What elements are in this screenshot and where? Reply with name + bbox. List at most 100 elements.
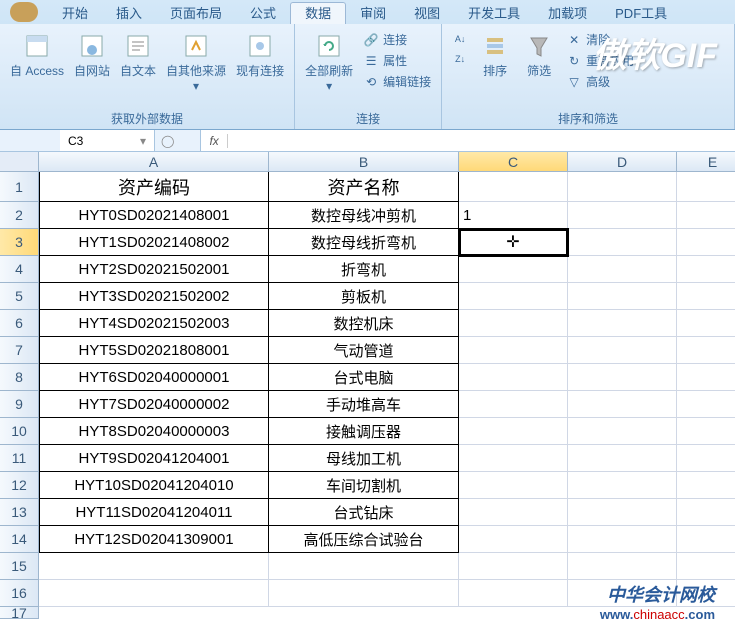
cell-E4[interactable] [677,256,735,283]
cell-D10[interactable] [568,418,677,445]
cell-D12[interactable] [568,472,677,499]
row-header-2[interactable]: 2 [0,202,39,229]
cell-A10[interactable]: HYT8SD02040000003 [39,418,269,445]
cell-E3[interactable] [677,229,735,256]
tab-插入[interactable]: 插入 [102,3,156,24]
row-header-8[interactable]: 8 [0,364,39,391]
cell-D16[interactable] [568,580,677,607]
cell-A8[interactable]: HYT6SD02040000001 [39,364,269,391]
tab-PDF工具[interactable]: PDF工具 [601,3,681,24]
formula-input[interactable] [228,133,735,148]
cell-C3[interactable]: ✛ [459,229,568,256]
tab-公式[interactable]: 公式 [236,3,290,24]
cell-B14[interactable]: 高低压综合试验台 [269,526,459,553]
col-header-E[interactable]: E [677,152,735,172]
cell-E12[interactable] [677,472,735,499]
cell-D5[interactable] [568,283,677,310]
tab-开发工具[interactable]: 开发工具 [454,3,534,24]
row-header-16[interactable]: 16 [0,580,39,607]
cell-A14[interactable]: HYT12SD02041309001 [39,526,269,553]
cell-A16[interactable] [39,580,269,607]
cell-B10[interactable]: 接触调压器 [269,418,459,445]
cell-C1[interactable] [459,172,568,202]
cell-D3[interactable] [568,229,677,256]
cell-C13[interactable] [459,499,568,526]
row-header-13[interactable]: 13 [0,499,39,526]
cell-C6[interactable] [459,310,568,337]
row-header-4[interactable]: 4 [0,256,39,283]
cell-D13[interactable] [568,499,677,526]
cell-D11[interactable] [568,445,677,472]
row-header-17[interactable]: 17 [0,607,39,619]
cell-A6[interactable]: HYT4SD02021502003 [39,310,269,337]
cell-C7[interactable] [459,337,568,364]
row-header-15[interactable]: 15 [0,553,39,580]
cell-C14[interactable] [459,526,568,553]
from-text-button[interactable]: 自文本 [116,28,160,81]
cell-B16[interactable] [269,580,459,607]
sort-button[interactable]: 排序 [474,28,516,81]
from-access-button[interactable]: 自 Access [6,28,68,81]
sort-za-button[interactable]: Z↓ [450,50,470,68]
row-header-9[interactable]: 9 [0,391,39,418]
cell-A1[interactable]: 资产编码 [39,172,269,202]
row-header-12[interactable]: 12 [0,472,39,499]
select-all-corner[interactable] [0,152,39,172]
cell-D2[interactable] [568,202,677,229]
cell-A2[interactable]: HYT0SD02021408001 [39,202,269,229]
cell-A11[interactable]: HYT9SD02041204001 [39,445,269,472]
row-header-1[interactable]: 1 [0,172,39,202]
row-header-11[interactable]: 11 [0,445,39,472]
cell-D7[interactable] [568,337,677,364]
cell-D1[interactable] [568,172,677,202]
cell-D6[interactable] [568,310,677,337]
row-header-7[interactable]: 7 [0,337,39,364]
cell-C8[interactable] [459,364,568,391]
cell-C2[interactable]: 1 [459,202,568,229]
cell-D9[interactable] [568,391,677,418]
cell-D4[interactable] [568,256,677,283]
row-header-5[interactable]: 5 [0,283,39,310]
cell-E11[interactable] [677,445,735,472]
cell-B5[interactable]: 剪板机 [269,283,459,310]
row-header-6[interactable]: 6 [0,310,39,337]
refresh-all-button[interactable]: 全部刷新▾ [301,28,357,95]
cell-B4[interactable]: 折弯机 [269,256,459,283]
cell-E14[interactable] [677,526,735,553]
cell-A9[interactable]: HYT7SD02040000002 [39,391,269,418]
cell-D8[interactable] [568,364,677,391]
tab-开始[interactable]: 开始 [48,3,102,24]
properties-button[interactable]: ☰属性 [361,51,433,70]
sort-az-button[interactable]: A↓ [450,30,470,48]
from-web-button[interactable]: 自网站 [70,28,114,81]
cell-C12[interactable] [459,472,568,499]
col-header-A[interactable]: A [39,152,269,172]
cell-B2[interactable]: 数控母线冲剪机 [269,202,459,229]
row-header-3[interactable]: 3 [0,229,39,256]
grid[interactable]: 资产编码资产名称HYT0SD02021408001数控母线冲剪机1HYT1SD0… [39,172,735,607]
cell-B15[interactable] [269,553,459,580]
cell-B11[interactable]: 母线加工机 [269,445,459,472]
col-header-C[interactable]: C [459,152,568,172]
cell-C4[interactable] [459,256,568,283]
cell-B8[interactable]: 台式电脑 [269,364,459,391]
cell-E1[interactable] [677,172,735,202]
cell-E16[interactable] [677,580,735,607]
col-header-D[interactable]: D [568,152,677,172]
cell-A7[interactable]: HYT5SD02021808001 [39,337,269,364]
advanced-button[interactable]: ▽高级 [564,72,636,91]
row-header-14[interactable]: 14 [0,526,39,553]
cell-C9[interactable] [459,391,568,418]
cell-C15[interactable] [459,553,568,580]
cell-A15[interactable] [39,553,269,580]
connections-button[interactable]: 🔗连接 [361,30,433,49]
name-box[interactable]: ▾ [60,130,155,151]
from-other-button[interactable]: 自其他来源▾ [162,28,230,95]
cell-A13[interactable]: HYT11SD02041204011 [39,499,269,526]
tab-加载项[interactable]: 加载项 [534,3,601,24]
cell-E5[interactable] [677,283,735,310]
cell-B6[interactable]: 数控机床 [269,310,459,337]
cell-B3[interactable]: 数控母线折弯机 [269,229,459,256]
reapply-button[interactable]: ↻重新应用 [564,51,636,70]
cell-D14[interactable] [568,526,677,553]
